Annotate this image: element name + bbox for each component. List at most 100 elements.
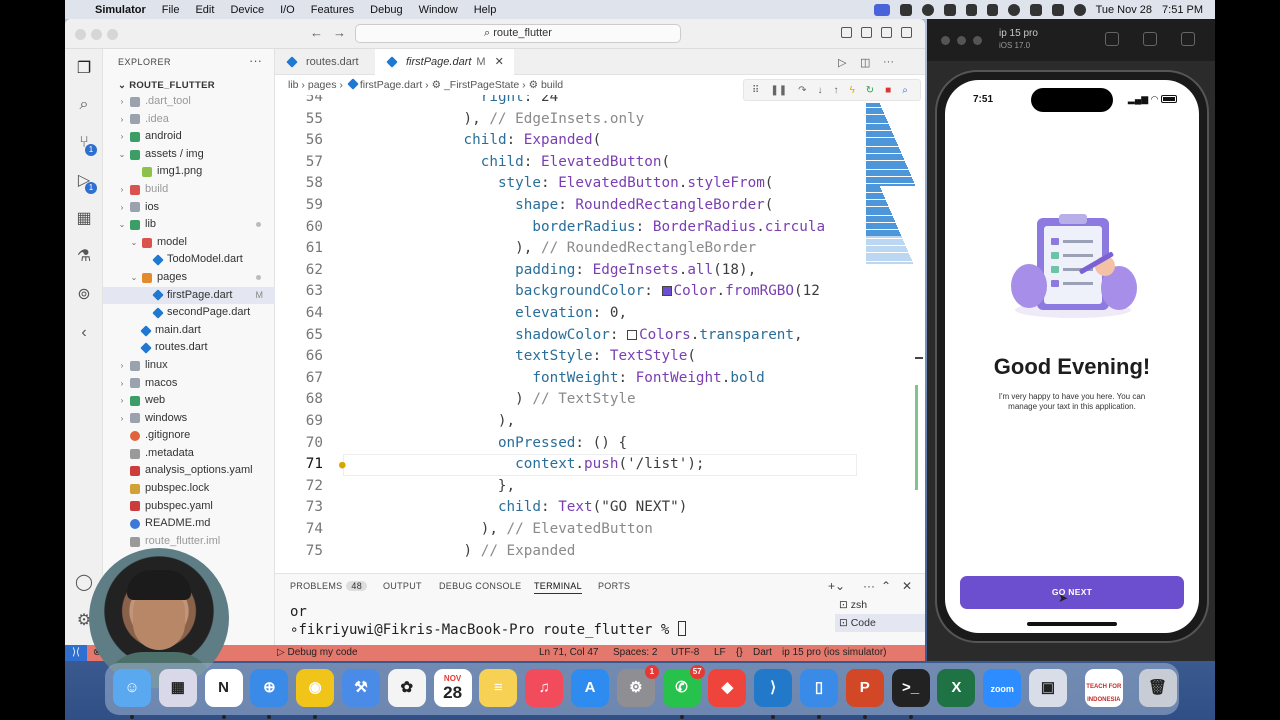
preview-icon[interactable]: ▣: [1029, 669, 1067, 707]
customize-layout-icon[interactable]: [901, 27, 912, 38]
chrome-icon[interactable]: ◉: [296, 669, 335, 719]
inspect-widget-icon[interactable]: ⌕: [902, 85, 908, 96]
file-tree-item[interactable]: .gitignore: [103, 427, 275, 445]
run-debug-icon[interactable]: ▷ 1: [74, 171, 97, 194]
menu-window[interactable]: Window: [411, 4, 466, 16]
file-tree-item[interactable]: analysis_options.yaml: [103, 462, 275, 480]
run-file-icon[interactable]: ▷: [838, 56, 846, 69]
toggle-secondary-sidebar-icon[interactable]: [881, 27, 892, 38]
tab-debug-console[interactable]: DEBUG CONSOLE: [439, 581, 521, 591]
appstore-icon[interactable]: A: [571, 669, 609, 707]
pause-icon[interactable]: ❚❚: [770, 85, 787, 96]
powerpoint-icon[interactable]: P: [845, 669, 884, 719]
file-tree-item[interactable]: › web: [103, 392, 275, 410]
terminal-item-zsh[interactable]: ⊡ zsh: [835, 596, 925, 614]
tab-terminal[interactable]: TERMINAL: [534, 581, 582, 594]
file-tree-item[interactable]: ⌄ pages: [103, 269, 275, 287]
file-tree-item[interactable]: pubspec.lock: [103, 480, 275, 498]
menu-edit[interactable]: Edit: [187, 4, 222, 16]
maximize-panel-icon[interactable]: ⌃: [881, 579, 891, 593]
file-tree-item[interactable]: › macos: [103, 375, 275, 393]
cloud-icon[interactable]: [921, 3, 934, 16]
music-icon[interactable]: ♫: [525, 669, 564, 707]
gitlens-icon[interactable]: ⊚: [74, 285, 94, 305]
anydesk-icon[interactable]: ◆: [708, 669, 747, 707]
encoding[interactable]: UTF-8: [671, 645, 699, 661]
display-icon[interactable]: [943, 3, 956, 16]
language-braces[interactable]: {}: [736, 645, 743, 661]
search-icon[interactable]: ⌕: [74, 95, 94, 115]
project-folder-title[interactable]: ⌄ ROUTE_FLUTTER: [118, 80, 215, 91]
calendar-icon[interactable]: NOV 28: [433, 669, 472, 707]
siri-icon[interactable]: [1073, 3, 1086, 16]
flutter-device[interactable]: ip 15 pro (ios simulator): [782, 645, 886, 661]
tab-routes-dart[interactable]: routes.dart: [275, 49, 369, 75]
rotate-icon[interactable]: [1181, 32, 1195, 46]
minimize-window-button[interactable]: [957, 36, 966, 45]
file-tree-item[interactable]: routes.dart: [103, 339, 275, 357]
teach-icon[interactable]: TEACH FOR INDONESIA: [1084, 669, 1123, 707]
xcode-icon[interactable]: ⚒: [342, 669, 380, 707]
back-arrow-icon[interactable]: ←: [310, 25, 323, 40]
step-over-icon[interactable]: ↷: [798, 85, 806, 96]
file-tree-item[interactable]: firstPage.dart M: [103, 286, 275, 305]
source-control-icon[interactable]: ⑂ 1: [74, 133, 97, 156]
breadcrumb-item[interactable]: lib: [288, 79, 299, 91]
accounts-icon[interactable]: ◯: [74, 573, 94, 593]
file-tree-item[interactable]: .metadata: [103, 445, 275, 463]
vscode-icon[interactable]: ⟩: [754, 669, 793, 719]
step-into-icon[interactable]: ↓: [817, 85, 822, 96]
tab-problems[interactable]: PROBLEMS 48: [290, 581, 368, 591]
tab-output[interactable]: OUTPUT: [383, 581, 422, 591]
debug-status[interactable]: ▷ Debug my code: [277, 645, 358, 661]
extensions-icon[interactable]: ▦: [74, 209, 94, 229]
keyboard-input-icon[interactable]: [1029, 3, 1042, 16]
menu-file[interactable]: File: [154, 4, 188, 16]
file-tree-item[interactable]: › windows: [103, 410, 275, 428]
photos-icon[interactable]: ✿: [387, 669, 426, 707]
zoom-window-button[interactable]: [973, 36, 982, 45]
step-out-icon[interactable]: ↑: [833, 85, 838, 96]
zoom-icon[interactable]: zoom: [983, 669, 1022, 707]
settings-icon[interactable]: ⚙ 1: [616, 665, 659, 707]
trash-icon[interactable]: 🗑: [1138, 669, 1177, 707]
close-window-button[interactable]: [941, 36, 950, 45]
language-mode[interactable]: Dart: [753, 645, 772, 661]
code-editor[interactable]: 54 right: 24 55 ), // EdgeInsets.only 56 c…: [275, 95, 925, 573]
menu-app-name[interactable]: Simulator: [87, 4, 154, 16]
file-tree-item[interactable]: › build: [103, 181, 275, 199]
go-next-button[interactable]: GO NEXT: [960, 576, 1184, 609]
file-tree-item[interactable]: pubspec.yaml: [103, 498, 275, 516]
file-tree-item[interactable]: main.dart: [103, 322, 275, 340]
stop-icon[interactable]: ■: [885, 85, 891, 96]
breadcrumb-item[interactable]: firstPage.dart: [360, 79, 422, 91]
file-tree-item[interactable]: img1.png: [103, 163, 275, 181]
new-terminal-icon[interactable]: +⌄: [828, 579, 845, 593]
file-tree-item[interactable]: ⌄ assets / img: [103, 146, 275, 164]
flutter-icon[interactable]: ‹: [74, 323, 94, 343]
file-tree-item[interactable]: › .idea: [103, 111, 275, 129]
explorer-icon[interactable]: ❐: [74, 59, 94, 79]
home-icon[interactable]: [1105, 32, 1119, 46]
indentation[interactable]: Spaces: 2: [613, 645, 657, 661]
menu-help[interactable]: Help: [466, 4, 505, 16]
end-of-line[interactable]: LF: [714, 645, 726, 661]
launchpad-icon[interactable]: ▦: [158, 669, 197, 707]
dropbox-icon[interactable]: [965, 3, 977, 16]
breadcrumb-item[interactable]: _FirstPageState: [444, 79, 519, 91]
menu-features[interactable]: Features: [303, 4, 362, 16]
safari-icon[interactable]: ⊕: [250, 669, 289, 719]
drag-handle-icon[interactable]: ⠿: [752, 85, 759, 96]
breadcrumb-item[interactable]: pages: [308, 79, 337, 91]
zoom-window-button[interactable]: [107, 29, 118, 40]
file-tree-item[interactable]: ⌄ lib: [103, 216, 275, 234]
menu-device[interactable]: Device: [222, 4, 272, 16]
breadcrumb-item[interactable]: build: [541, 79, 563, 91]
menubar-date[interactable]: Tue Nov 28: [1096, 4, 1152, 16]
editor-more-icon[interactable]: ···: [883, 56, 894, 68]
cursor-position[interactable]: Ln 71, Col 47: [539, 645, 599, 661]
close-panel-icon[interactable]: ✕: [902, 579, 912, 593]
close-window-button[interactable]: [75, 29, 86, 40]
notes-icon[interactable]: ≡: [479, 669, 518, 707]
menu-io[interactable]: I/O: [272, 4, 303, 16]
